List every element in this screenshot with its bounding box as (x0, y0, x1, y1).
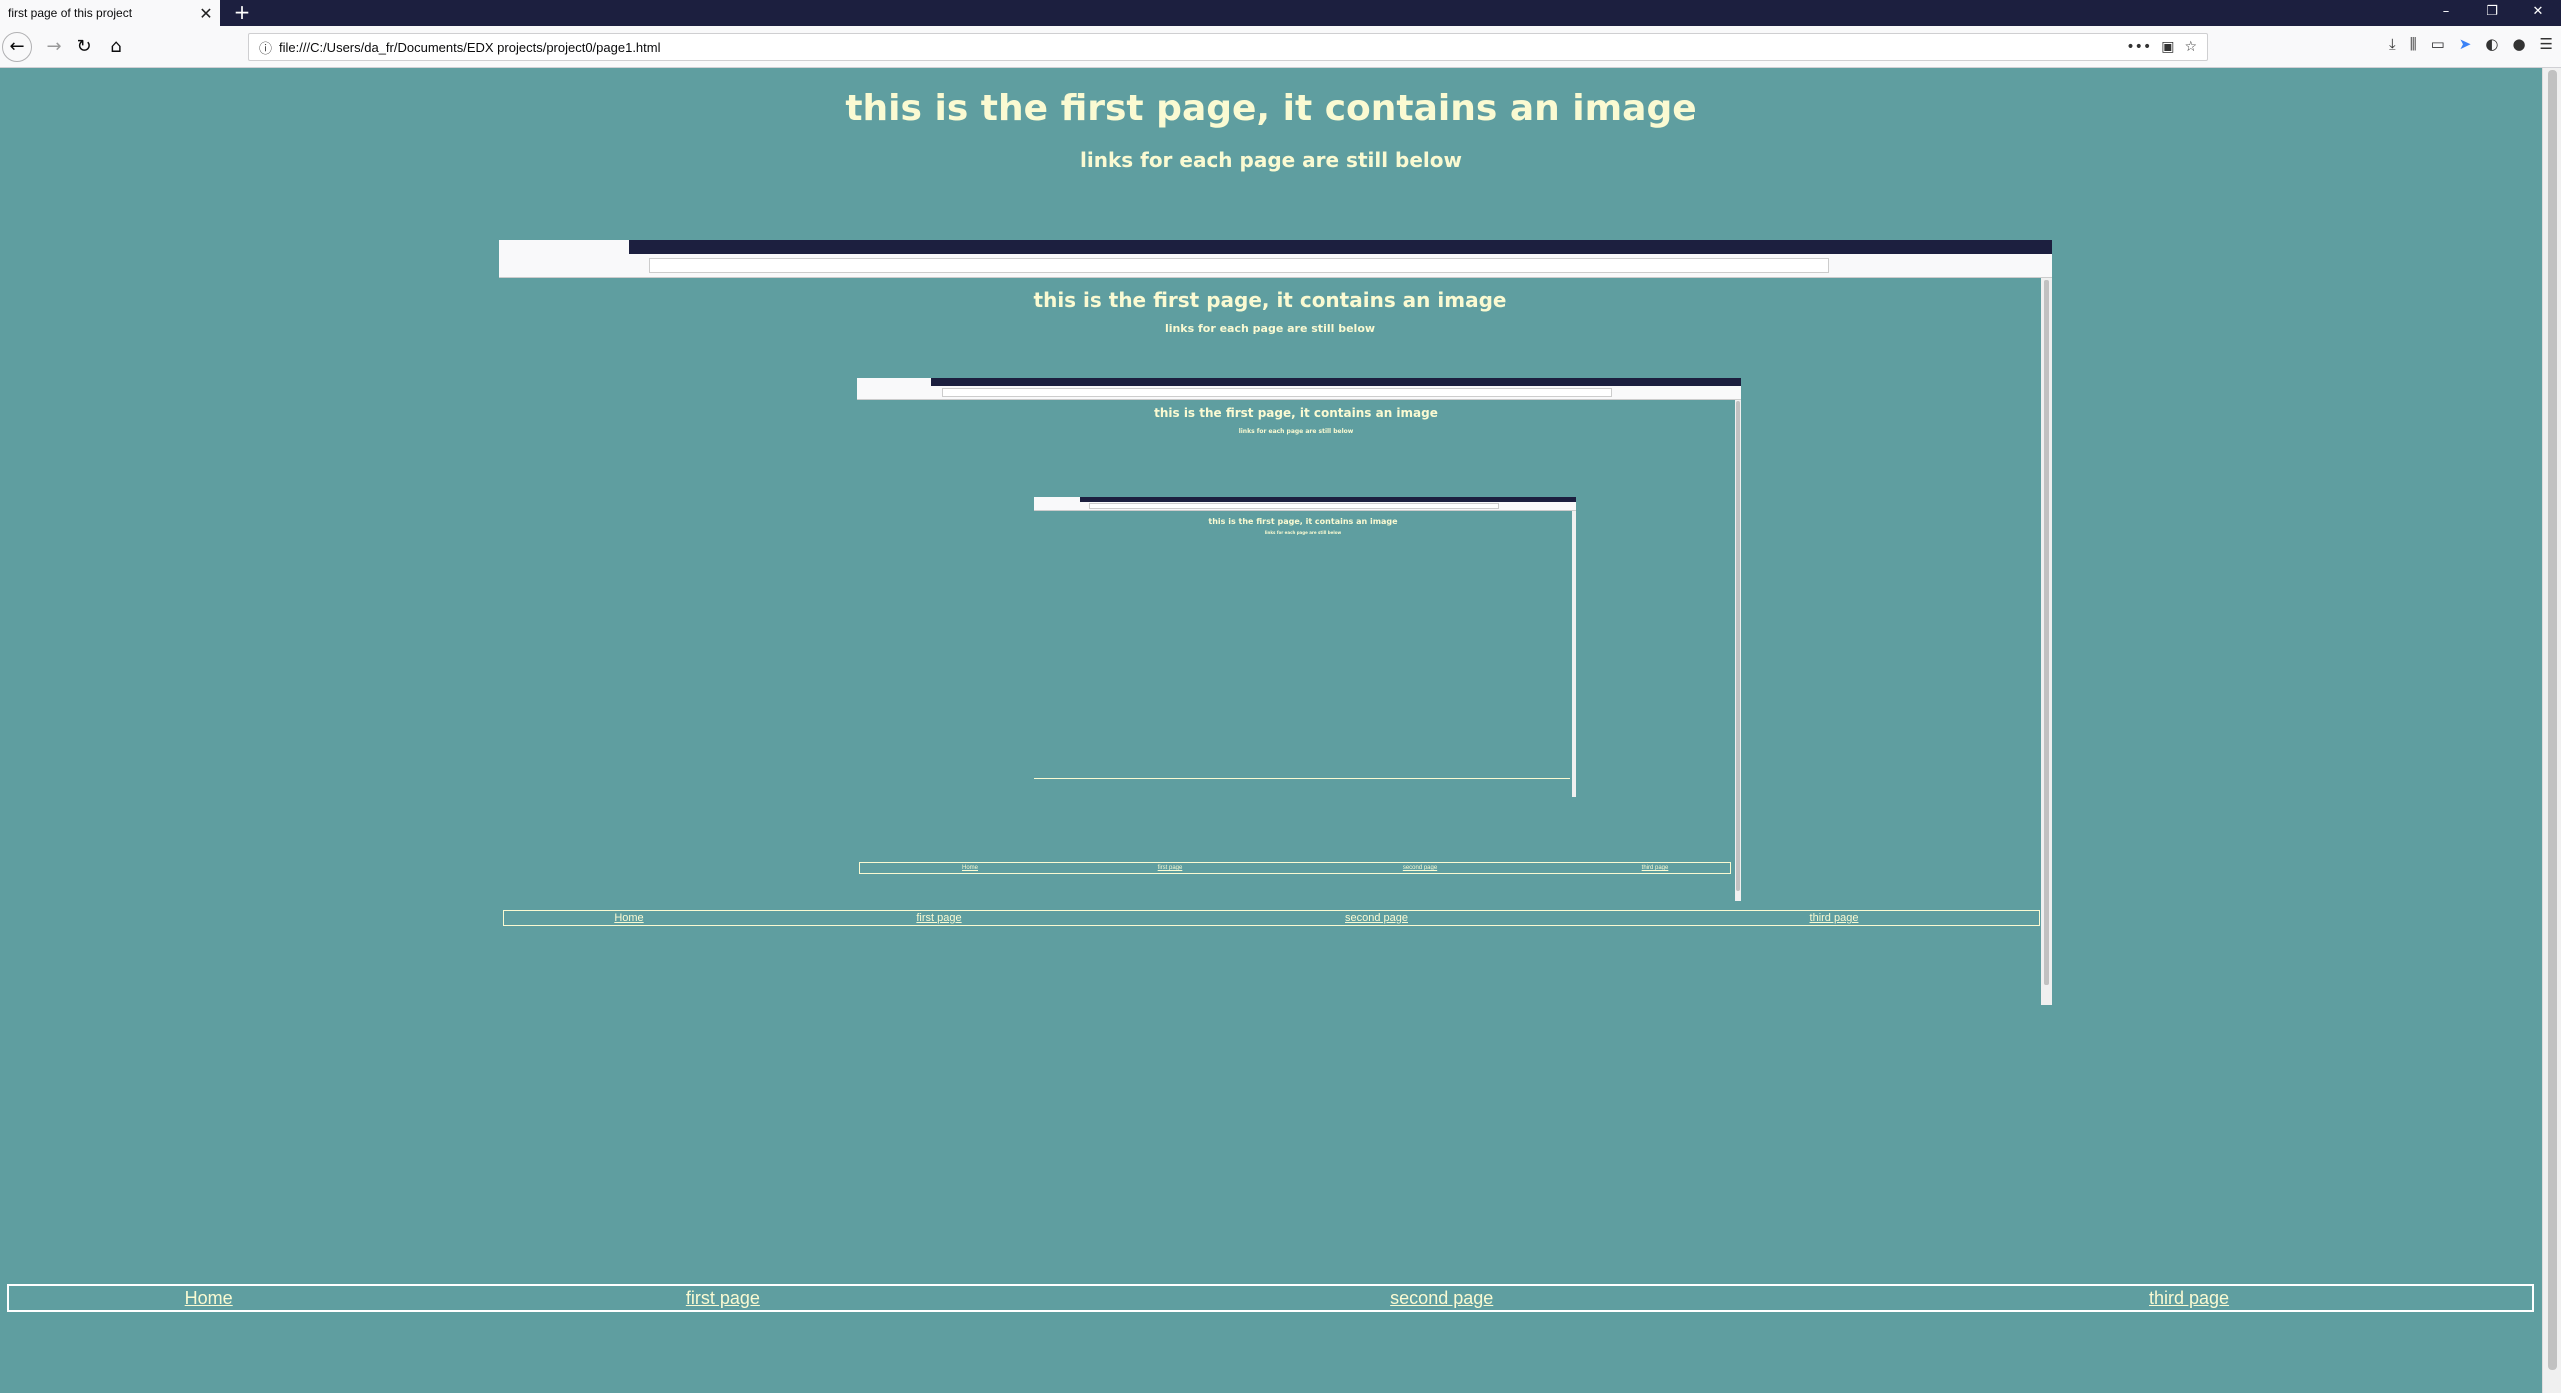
restore-icon[interactable]: ❐ (2469, 0, 2515, 26)
site-info-icon[interactable]: ⓘ (259, 38, 279, 57)
window-controls: – ❐ ✕ (2423, 0, 2561, 26)
image-nested-url-bar (942, 388, 1612, 397)
forward-arrow-icon[interactable]: → (38, 31, 70, 63)
image-deep-nav-bar (1034, 502, 1576, 511)
image-nested-link-home: Home (961, 865, 978, 871)
image-nested-link-third: third page (1641, 865, 1669, 871)
image-deep-scrollbar (1572, 511, 1576, 797)
image-link-home: Home (614, 912, 644, 924)
image-link-second: second page (1345, 912, 1408, 924)
image-links: Home first page second page third page (503, 910, 2040, 926)
image-nested-scroll-thumb (1736, 401, 1740, 891)
image-nav-bar (499, 254, 2052, 278)
image-deep-screenshot: this is the first page, it contains an i… (1034, 497, 1576, 797)
close-tab-icon[interactable]: ✕ (192, 4, 220, 23)
toolbar-icons: ⤓ ⫼ ▭ ➤ ◐ ● ☰ (2389, 35, 2553, 53)
page-scroll-thumb[interactable] (2548, 70, 2557, 1370)
page-actions-icon[interactable]: ••• (2126, 39, 2151, 55)
reload-icon[interactable]: ↻ (68, 31, 100, 63)
tab-bar: first page of this project ✕ + – ❐ ✕ (0, 0, 2561, 26)
link-second-page[interactable]: second page (1037, 1288, 1846, 1309)
page-screenshot-image: this is the first page, it contains an i… (499, 240, 2052, 1005)
page-content: this is the first page, it contains an i… (0, 68, 2542, 1393)
link-third-page[interactable]: third page (1846, 1288, 2532, 1309)
back-arrow-icon[interactable]: ← (2, 32, 32, 62)
page-scrollbar[interactable] (2542, 68, 2561, 1393)
image-nested-tab (857, 378, 931, 386)
link-first-page[interactable]: first page (408, 1288, 1037, 1309)
image-deep-links (1034, 777, 1570, 779)
url-actions: ••• ▣ ☆ (2126, 39, 2207, 55)
page-title: this is the first page, it contains an i… (845, 88, 1697, 129)
image-nested-link-second: second page (1402, 865, 1438, 871)
minimize-icon[interactable]: – (2423, 0, 2469, 26)
account-icon[interactable]: ● (2512, 35, 2525, 53)
image-link-third: third page (1809, 912, 1859, 924)
menu-icon[interactable]: ☰ (2540, 35, 2553, 53)
image-nested-links: Home first page second page third page (859, 862, 1731, 874)
image-scrollbar (2041, 278, 2052, 1005)
image-nested-screenshot: this is the first page, it contains an i… (857, 378, 1741, 901)
bookmark-star-icon[interactable]: ☆ (2184, 39, 2197, 55)
active-tab[interactable]: first page of this project ✕ (0, 0, 220, 26)
image-nested-tab-bar (857, 378, 1741, 386)
image-deep-title: this is the first page, it contains an i… (1208, 517, 1398, 526)
image-nested-title: this is the first page, it contains an i… (1154, 406, 1438, 420)
page-subtitle: links for each page are still below (1080, 148, 1462, 172)
image-scroll-thumb (2044, 280, 2049, 985)
tab-title: first page of this project (8, 6, 133, 20)
new-tab-icon[interactable]: + (228, 0, 256, 26)
image-link-first: first page (916, 912, 962, 924)
extension-icon[interactable]: ◐ (2485, 35, 2498, 53)
image-subtitle: links for each page are still below (1164, 322, 1376, 335)
image-nested-subtitle: links for each page are still below (1238, 428, 1354, 435)
home-icon[interactable]: ⌂ (100, 31, 132, 63)
library-icon[interactable]: ⫼ (2410, 35, 2417, 53)
pocket-icon[interactable]: ▣ (2161, 39, 2174, 55)
url-text[interactable]: file:///C:/Users/da_fr/Documents/EDX pro… (279, 40, 2126, 55)
image-deep-subtitle: links for each page are still below (1264, 530, 1342, 535)
url-bar[interactable]: ⓘ file:///C:/Users/da_fr/Documents/EDX p… (248, 33, 2208, 61)
downloads-icon[interactable]: ⤓ (2389, 35, 2396, 53)
image-nested-link-first: first page (1157, 865, 1183, 871)
image-title: this is the first page, it contains an i… (1033, 288, 1507, 312)
image-deep-url-bar (1089, 503, 1499, 509)
image-nested-scrollbar (1735, 400, 1741, 901)
image-url-bar (649, 258, 1829, 273)
extension-cursor-icon[interactable]: ➤ (2459, 35, 2472, 53)
image-tab (499, 240, 629, 254)
link-home[interactable]: Home (9, 1288, 408, 1309)
navigation-toolbar: ← → ↻ ⌂ ⓘ file:///C:/Users/da_fr/Documen… (0, 26, 2561, 68)
page-links-bar: Home first page second page third page (7, 1284, 2534, 1312)
image-nested-nav-bar (857, 386, 1741, 400)
image-tab-bar (499, 240, 2052, 254)
sidebar-icon[interactable]: ▭ (2431, 35, 2445, 53)
close-window-icon[interactable]: ✕ (2515, 0, 2561, 26)
